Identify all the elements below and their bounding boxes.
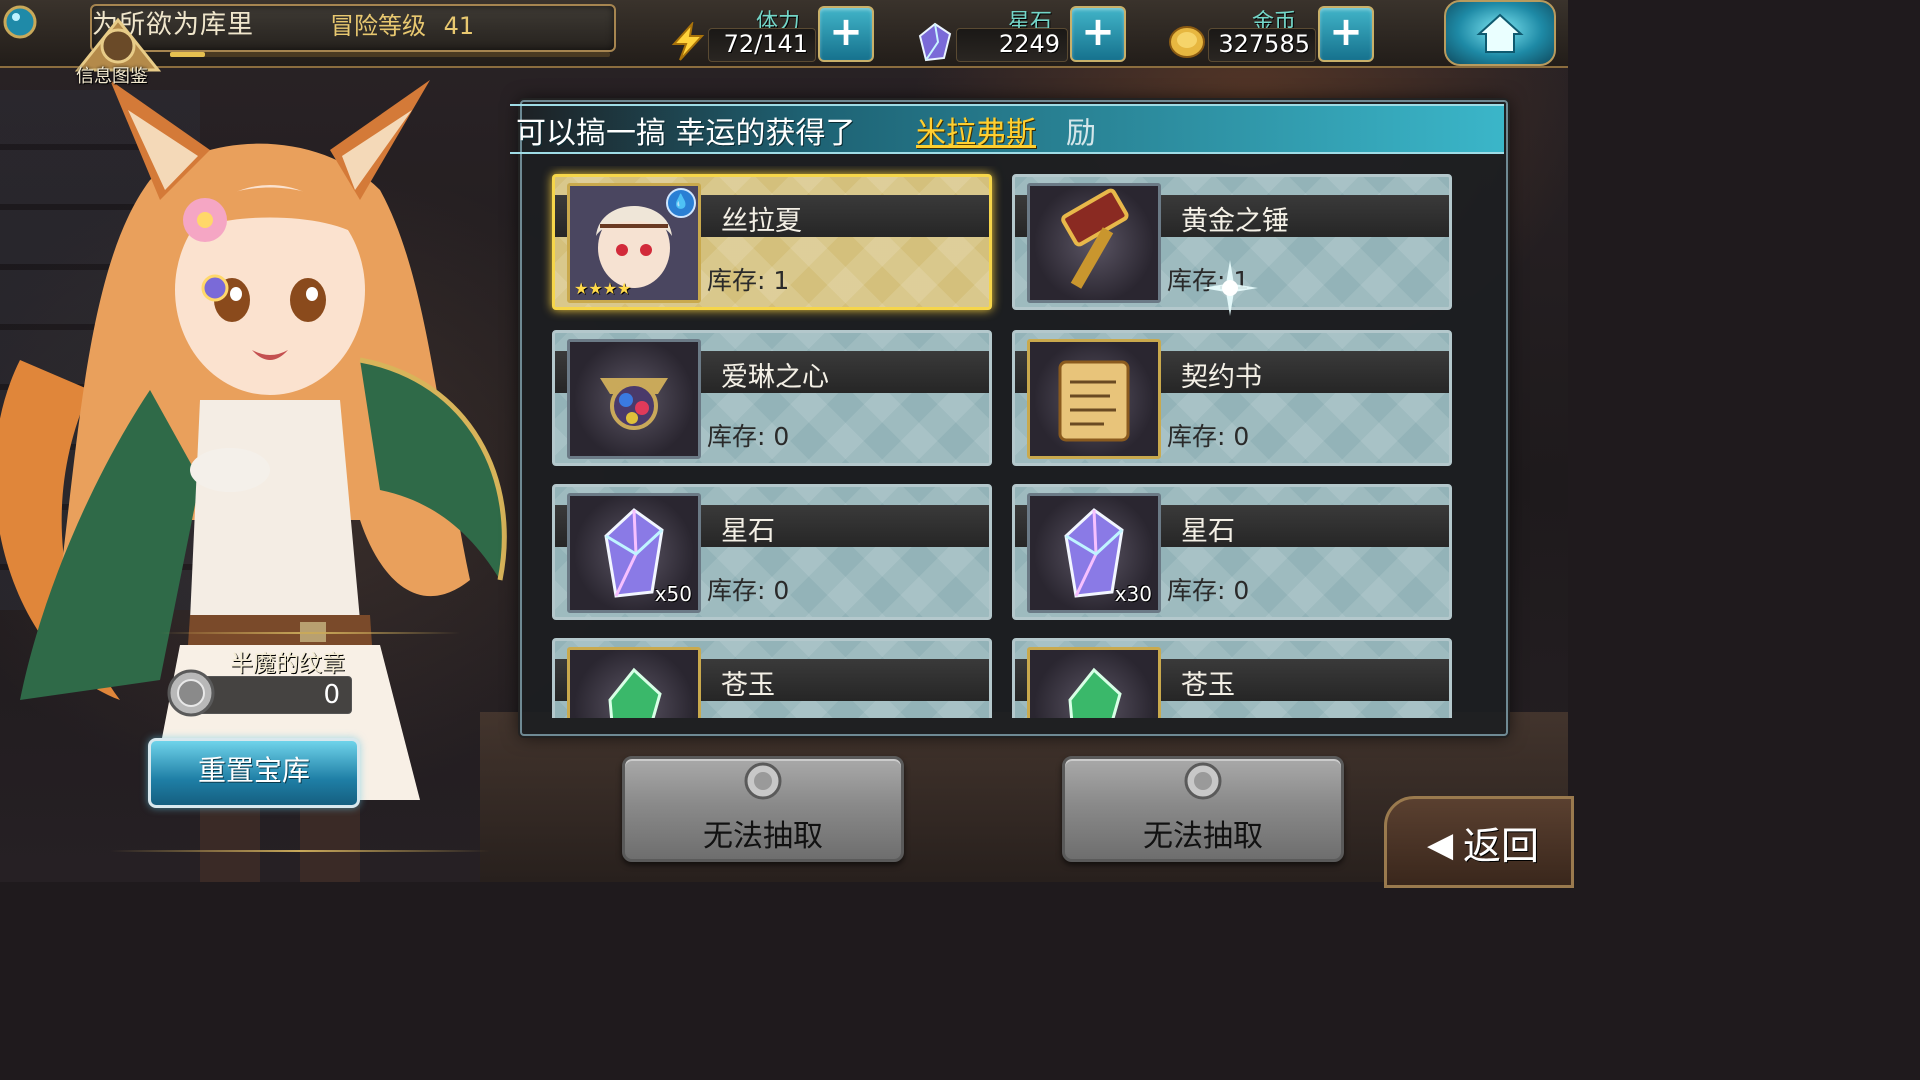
exp-bar-fill: [170, 52, 206, 57]
vault-item-card[interactable]: 契约书 库存: 0: [1012, 330, 1452, 466]
vault-item-card[interactable]: 苍玉: [1012, 638, 1452, 718]
item-stock: 库存: 0: [1167, 422, 1250, 451]
ornament-divider: [160, 632, 460, 634]
vault-item-card[interactable]: ★★★★ 💧 丝拉夏 库存: 1: [552, 174, 992, 310]
item-name: 丝拉夏: [721, 206, 802, 237]
adventure-level: 冒险等级 41: [330, 6, 474, 41]
item-name: 苍玉: [1181, 670, 1235, 701]
vault-item-card[interactable]: 苍玉: [552, 638, 992, 718]
item-stock: 库存: 0: [1167, 576, 1250, 605]
item-stock: 库存: 0: [707, 422, 790, 451]
draw-button-label: 无法抽取: [1143, 819, 1263, 854]
home-icon: [1476, 13, 1524, 53]
water-element-icon: 💧: [666, 188, 696, 218]
vault-item-card[interactable]: x30 星石 库存: 0: [1012, 484, 1452, 620]
back-button-label: 返回: [1463, 824, 1540, 868]
codex-label[interactable]: 信息图鉴: [76, 62, 148, 88]
vault-item-card[interactable]: x50 星石 库存: 0: [552, 484, 992, 620]
star-crystal-icon: x50: [567, 493, 701, 613]
item-name: 苍玉: [721, 670, 775, 701]
orb-menu-icon[interactable]: [2, 4, 38, 40]
item-quantity: x50: [654, 582, 692, 606]
banner-trailing-text: 励: [1066, 116, 1096, 151]
exp-bar: [170, 52, 610, 57]
golden-hammer-icon: [1027, 183, 1161, 303]
scroll-icon: [1027, 339, 1161, 459]
lightning-icon: [671, 22, 705, 61]
starstone-resource: 星石 2249 +: [916, 4, 1126, 62]
medal-coin-icon: [1184, 762, 1222, 800]
item-name: 星石: [721, 516, 775, 547]
medal-count: 0: [323, 680, 340, 710]
green-crystal-icon: [1027, 647, 1161, 718]
top-status-bar: 为所欲为库里 冒险等级 41 信息图鉴 体力 72/141 + 星石 2249 …: [0, 0, 1568, 87]
draw-button-left[interactable]: 无法抽取: [622, 756, 904, 862]
add-stamina-button[interactable]: +: [818, 6, 874, 62]
banner-message: 可以搞一搞 幸运的获得了: [516, 116, 856, 151]
vault-item-list[interactable]: ★★★★ 💧 丝拉夏 库存: 1 黄金之锤 库存: 1 爱琳之心 库存: 0 契…: [540, 166, 1460, 718]
starstone-value: 2249: [998, 30, 1060, 58]
green-crystal-icon: [567, 647, 701, 718]
sparkle-effect-icon: [1202, 260, 1258, 316]
level-label: 冒险等级: [330, 12, 426, 40]
back-button[interactable]: ◀ 返回: [1384, 796, 1574, 888]
item-stock: 库存: 0: [707, 576, 790, 605]
home-button[interactable]: [1444, 0, 1556, 66]
item-name: 爱琳之心: [721, 362, 829, 393]
vault-item-card[interactable]: 爱琳之心 库存: 0: [552, 330, 992, 466]
reset-vault-button[interactable]: 重置宝库: [148, 738, 360, 808]
ornament-divider: [110, 850, 490, 852]
add-starstone-button[interactable]: +: [1070, 6, 1126, 62]
stamina-resource: 体力 72/141 +: [664, 4, 874, 62]
starstone-crystal-icon: [918, 22, 952, 62]
medal-title: 半魔的纹章: [230, 651, 345, 677]
star-crystal-icon: x30: [1027, 493, 1161, 613]
item-name: 契约书: [1181, 362, 1262, 393]
rarity-stars: ★★★★: [574, 279, 632, 298]
item-name: 黄金之锤: [1181, 206, 1289, 237]
banner-highlight-name: 米拉弗斯: [916, 116, 1036, 151]
medal-coin-icon: [744, 762, 782, 800]
jewel-heart-icon: [567, 339, 701, 459]
item-quantity: x30: [1114, 582, 1152, 606]
item-stock: 库存: 1: [707, 266, 790, 295]
medal-coin-icon: [167, 669, 215, 717]
add-gold-button[interactable]: +: [1318, 6, 1374, 62]
item-name: 星石: [1181, 516, 1235, 547]
draw-button-label: 无法抽取: [703, 819, 823, 854]
gold-value: 327585: [1218, 30, 1310, 58]
back-arrow-icon: ◀: [1427, 825, 1454, 865]
gold-coin-icon: [1169, 26, 1205, 58]
gold-resource: 金币 327585 +: [1164, 4, 1374, 62]
stamina-value: 72/141: [723, 30, 808, 58]
draw-button-right[interactable]: 无法抽取: [1062, 756, 1344, 862]
character-portrait-icon: ★★★★ 💧: [567, 183, 701, 303]
level-value: 41: [443, 12, 475, 40]
